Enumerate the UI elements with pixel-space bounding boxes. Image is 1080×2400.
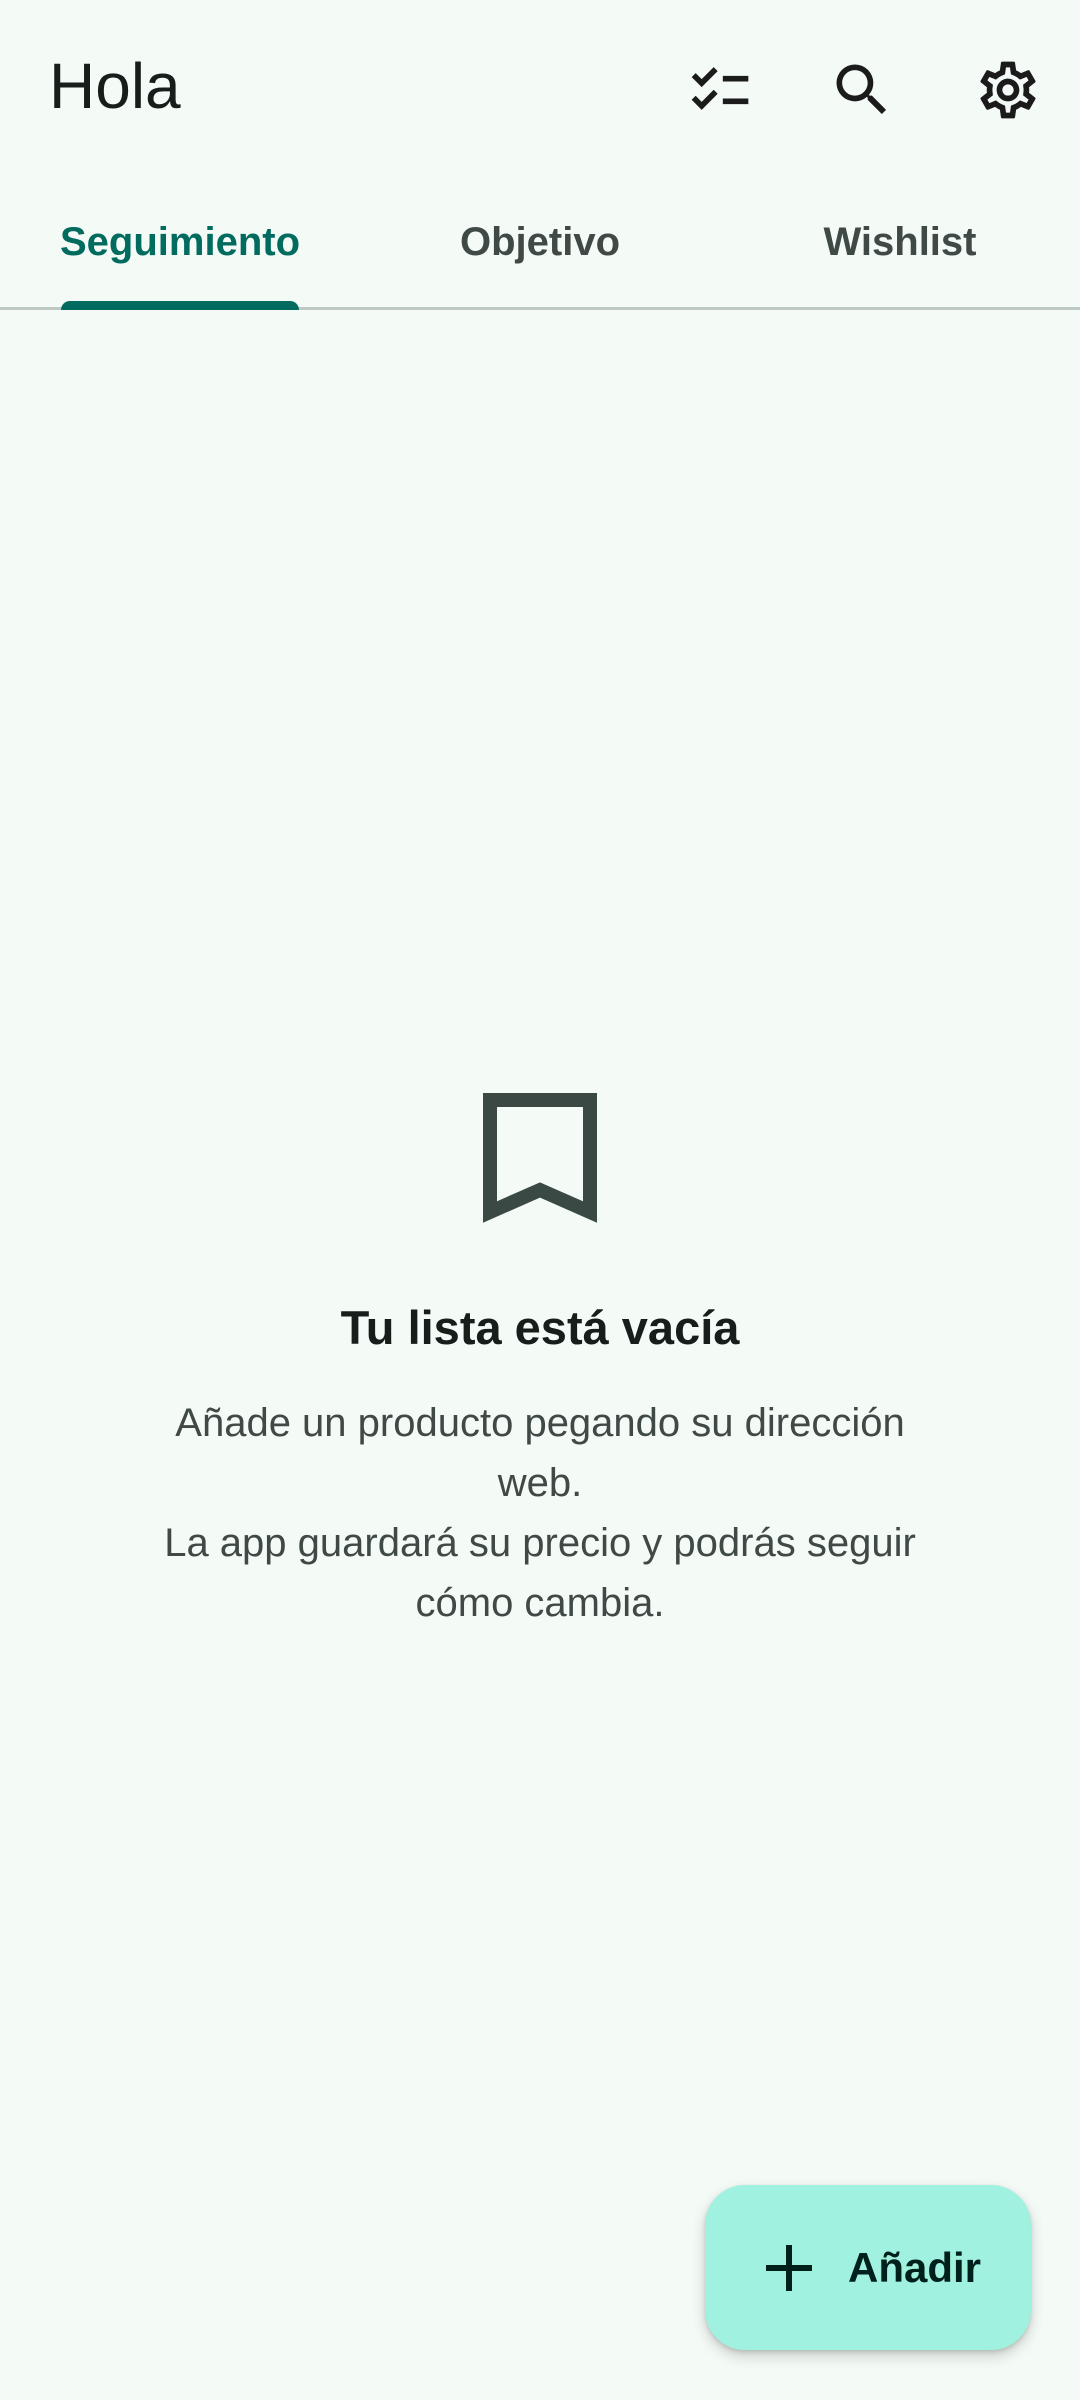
search-button[interactable] (812, 40, 912, 140)
tab-label: Seguimiento (59, 220, 301, 264)
settings-icon (980, 61, 1036, 119)
empty-state-title: Tu lista está vacía (340, 1301, 740, 1354)
settings-button[interactable] (958, 40, 1058, 140)
checklist-icon (691, 67, 749, 110)
bookmark-icon (483, 1093, 597, 1223)
tab-bar: Seguimiento Objetivo Wishlist (0, 178, 1080, 310)
tab-seguimiento[interactable]: Seguimiento (0, 178, 360, 310)
plus-icon (766, 2245, 812, 2291)
add-product-button[interactable]: Añadir (705, 2185, 1031, 2350)
empty-state-description: Añade un producto pegando su dirección w… (164, 1401, 916, 1625)
checklist-button[interactable] (670, 40, 770, 140)
active-tab-indicator (61, 301, 299, 310)
tab-label: Wishlist (823, 220, 977, 264)
app-title: Hola (49, 50, 181, 122)
tab-objetivo[interactable]: Objetivo (360, 178, 720, 307)
tab-wishlist[interactable]: Wishlist (720, 178, 1080, 307)
top-app-bar: Hola (0, 0, 1080, 170)
tab-label: Objetivo (459, 220, 621, 264)
add-button-label: Añadir (848, 2243, 982, 2291)
search-icon (836, 64, 887, 115)
